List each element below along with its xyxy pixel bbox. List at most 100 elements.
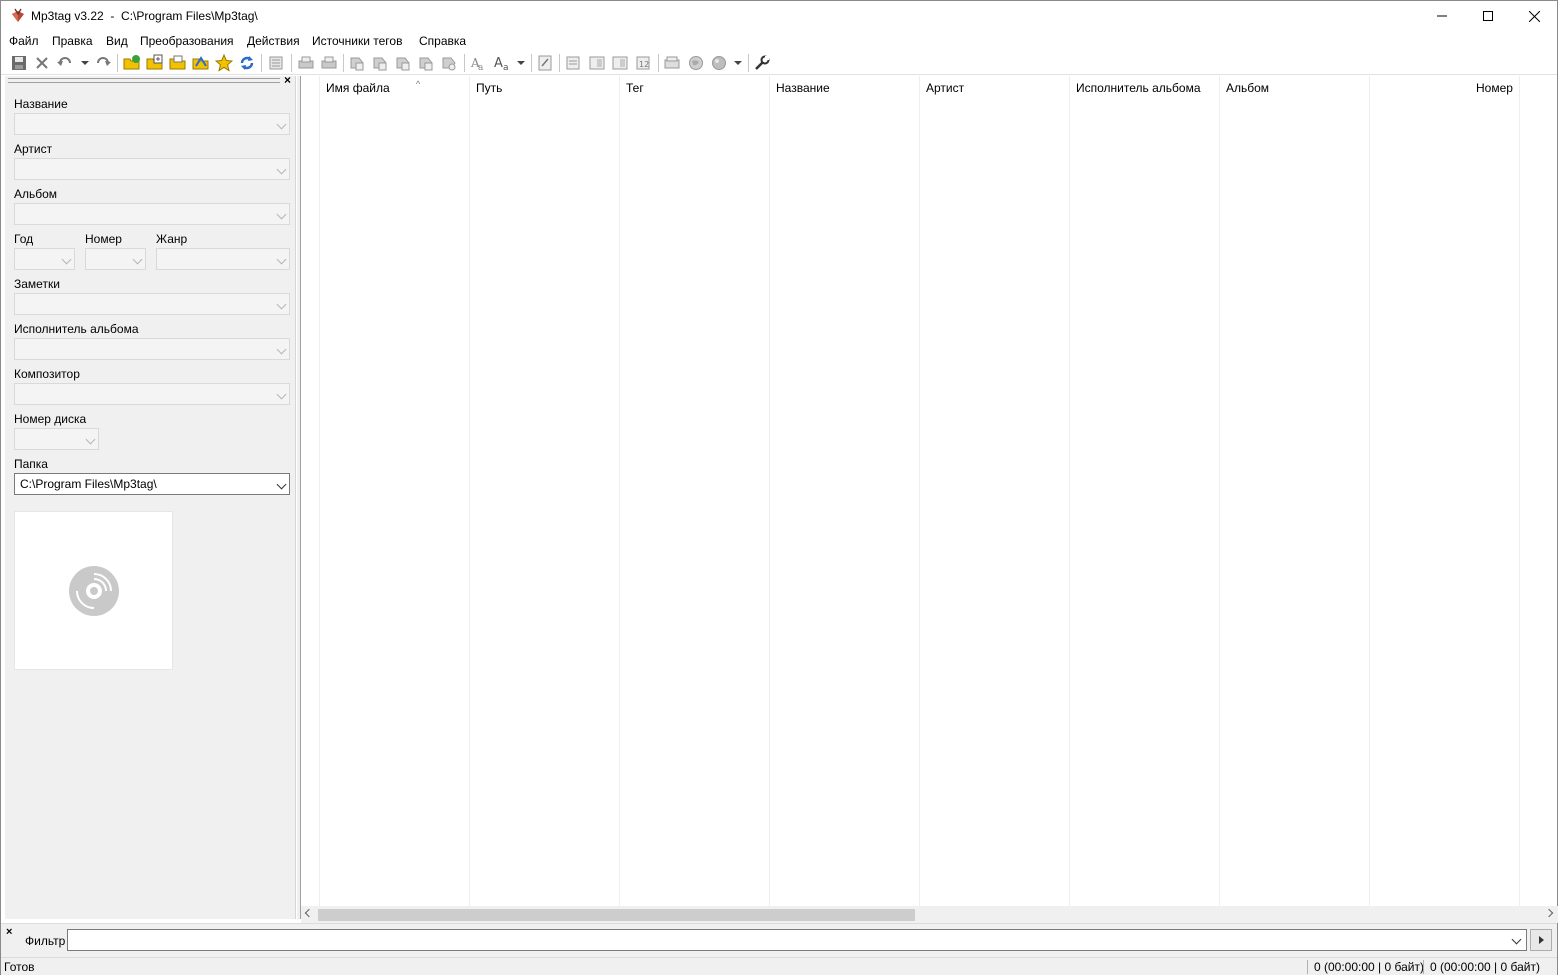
chevron-down-icon bbox=[276, 119, 287, 130]
genre-label: Жанр bbox=[156, 232, 188, 246]
text-style-dropdown-icon[interactable] bbox=[517, 61, 525, 65]
maximize-button[interactable] bbox=[1465, 1, 1511, 31]
column-header-path[interactable]: Путь bbox=[476, 81, 502, 95]
filter-apply-button[interactable] bbox=[1530, 929, 1552, 951]
tag-tag-icon[interactable] bbox=[417, 54, 435, 72]
chevron-down-icon bbox=[276, 344, 287, 355]
redo-icon[interactable] bbox=[94, 54, 112, 72]
export-icon[interactable] bbox=[320, 54, 338, 72]
chevron-down-icon bbox=[276, 254, 287, 265]
column-header-title[interactable]: Название bbox=[776, 81, 830, 95]
close-button[interactable] bbox=[1511, 1, 1557, 31]
column-header-filename[interactable]: Имя файла ^ bbox=[326, 79, 420, 95]
freedb-icon[interactable] bbox=[611, 54, 629, 72]
change-directory-icon[interactable] bbox=[123, 54, 141, 72]
menu-convert[interactable]: Преобразования bbox=[140, 34, 234, 48]
column-header-album-artist[interactable]: Исполнитель альбома bbox=[1076, 81, 1201, 95]
filename-tag-icon[interactable] bbox=[371, 54, 389, 72]
scroll-right-icon[interactable] bbox=[1544, 908, 1554, 918]
horizontal-scrollbar[interactable] bbox=[301, 906, 1558, 923]
tag-panel-icon[interactable] bbox=[267, 54, 285, 72]
column-header-album[interactable]: Альбом bbox=[1226, 81, 1269, 95]
svg-text:a: a bbox=[478, 63, 484, 72]
chevron-down-icon bbox=[85, 434, 96, 445]
star-icon[interactable] bbox=[214, 53, 234, 72]
column-divider bbox=[469, 76, 470, 906]
folder-combo[interactable]: C:\Program Files\Mp3tag\ bbox=[14, 473, 290, 495]
edit-playlist-icon[interactable] bbox=[536, 54, 554, 72]
actions-dropdown-icon[interactable] bbox=[734, 61, 742, 65]
menu-view[interactable]: Вид bbox=[106, 34, 128, 48]
menu-file[interactable]: Файл bbox=[9, 34, 39, 48]
album-artist-combo[interactable] bbox=[14, 338, 290, 360]
file-list[interactable]: Имя файла ^ Путь Тег Название Артист Исп… bbox=[300, 76, 1558, 923]
track-combo[interactable] bbox=[85, 248, 146, 270]
panel-grip[interactable] bbox=[8, 78, 280, 83]
status-total: 0 (00:00:00 | 0 байт) bbox=[1430, 960, 1540, 974]
column-divider bbox=[619, 76, 620, 906]
tag-panel: × Название Артист Альбом Год Номер Жанр … bbox=[5, 73, 296, 919]
text-style-icon[interactable]: Aa bbox=[493, 54, 511, 73]
save-icon[interactable] bbox=[10, 54, 28, 72]
settings-icon[interactable] bbox=[753, 54, 771, 72]
composer-combo[interactable] bbox=[14, 383, 290, 405]
add-directory-icon[interactable] bbox=[146, 54, 164, 72]
svg-text:a: a bbox=[503, 63, 509, 72]
web-sources-icon[interactable] bbox=[663, 54, 681, 72]
disc-combo[interactable] bbox=[14, 428, 99, 450]
globe-icon[interactable] bbox=[687, 54, 705, 72]
undo-icon[interactable] bbox=[56, 54, 74, 72]
open-folder-icon[interactable] bbox=[169, 54, 187, 72]
folder-label: Папка bbox=[14, 457, 48, 471]
comment-combo[interactable] bbox=[14, 293, 290, 315]
toolbar-separator bbox=[464, 54, 465, 72]
menu-edit[interactable]: Правка bbox=[52, 34, 93, 48]
scrollbar-thumb[interactable] bbox=[318, 909, 915, 921]
toolbar-separator bbox=[531, 54, 532, 72]
chevron-down-icon bbox=[276, 299, 287, 310]
status-separator bbox=[1307, 960, 1308, 974]
tag-filename-icon[interactable] bbox=[348, 54, 366, 72]
toolbar-separator bbox=[559, 54, 560, 72]
panel-close-icon[interactable]: × bbox=[284, 73, 291, 87]
actions-icon[interactable] bbox=[710, 54, 728, 72]
scroll-left-icon[interactable] bbox=[304, 908, 314, 918]
folder-value: C:\Program Files\Mp3tag\ bbox=[20, 477, 157, 491]
chevron-down-icon bbox=[276, 389, 287, 400]
text-tag-icon[interactable] bbox=[394, 54, 412, 72]
column-header-artist[interactable]: Артист bbox=[926, 81, 964, 95]
column-header-track[interactable]: Номер bbox=[1476, 81, 1513, 95]
numbering-icon[interactable]: 12 bbox=[634, 54, 652, 72]
filter-bar: × Фильтр bbox=[1, 923, 1557, 957]
artist-combo[interactable] bbox=[14, 158, 290, 180]
extended-tags-icon[interactable] bbox=[564, 54, 582, 72]
column-divider bbox=[1069, 76, 1070, 906]
chevron-down-icon[interactable] bbox=[1511, 934, 1522, 945]
year-combo[interactable] bbox=[14, 248, 75, 270]
case-convert-icon[interactable]: Aa bbox=[469, 54, 487, 73]
print-icon[interactable] bbox=[297, 54, 315, 72]
column-header-tag[interactable]: Тег bbox=[626, 81, 644, 95]
column-divider bbox=[319, 76, 320, 906]
genre-combo[interactable] bbox=[156, 248, 290, 270]
autonumber-icon[interactable] bbox=[440, 54, 458, 72]
undo-dropdown-icon[interactable] bbox=[81, 61, 89, 65]
title-bar[interactable]: Mp3tag v3.22 - C:\Program Files\Mp3tag\ bbox=[1, 1, 1557, 31]
tag-sources-icon[interactable] bbox=[588, 54, 606, 72]
filter-close-icon[interactable]: × bbox=[6, 926, 12, 938]
mp3tag-logo-icon bbox=[10, 8, 26, 24]
menu-help[interactable]: Справка bbox=[419, 34, 466, 48]
menu-actions[interactable]: Действия bbox=[247, 34, 300, 48]
menu-tag-sources[interactable]: Источники тегов bbox=[312, 34, 402, 48]
minimize-button[interactable] bbox=[1419, 1, 1465, 31]
album-combo[interactable] bbox=[14, 203, 290, 225]
refresh-icon[interactable] bbox=[238, 54, 256, 72]
filter-input[interactable] bbox=[67, 929, 1527, 951]
favorite-folder-icon[interactable] bbox=[192, 54, 210, 72]
cover-art[interactable] bbox=[14, 511, 173, 670]
remove-tag-icon[interactable] bbox=[33, 54, 51, 72]
status-text: Готов bbox=[4, 960, 35, 974]
comment-label: Заметки bbox=[14, 277, 60, 291]
title-combo[interactable] bbox=[14, 113, 290, 135]
column-divider bbox=[1219, 76, 1220, 906]
